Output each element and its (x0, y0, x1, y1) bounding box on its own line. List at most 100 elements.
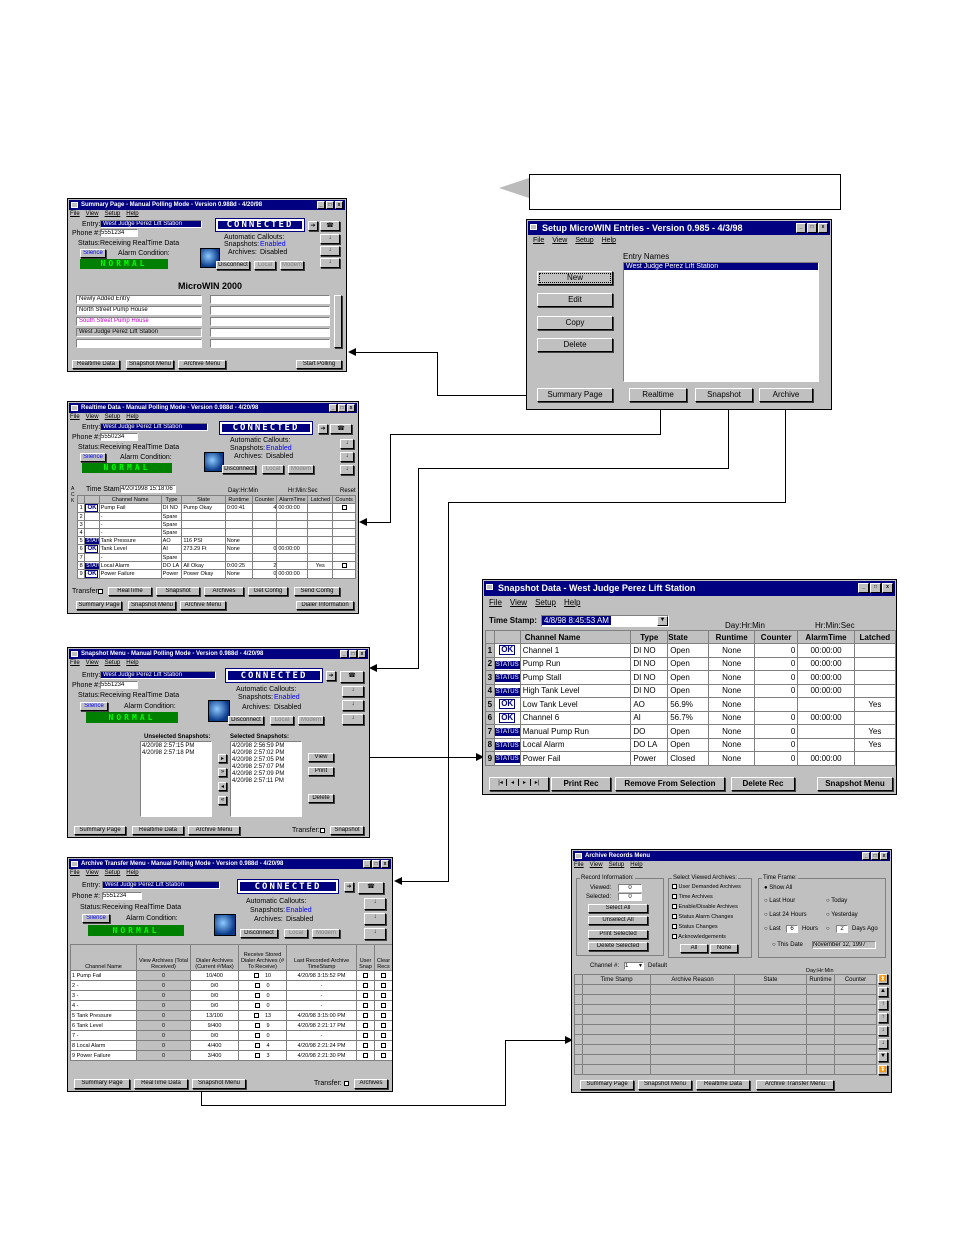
all-button[interactable]: All (680, 944, 708, 953)
menu-file[interactable]: File (533, 237, 544, 244)
minimize-icon[interactable]: _ (329, 404, 337, 412)
view-button[interactable]: View (308, 753, 334, 762)
last-hour-radio[interactable]: ○ Last Hour (764, 898, 795, 904)
list-item[interactable]: West Judge Perez Lift Station (624, 263, 818, 270)
view-archives-cell[interactable]: 0 (136, 990, 191, 1001)
move-left-icon[interactable]: ◂ (218, 782, 227, 791)
snapshots-value[interactable]: Enabled (274, 694, 300, 701)
list-item[interactable]: Newly Added Entry (76, 295, 202, 304)
transfer-checkbox[interactable] (344, 1080, 349, 1087)
menu-setup[interactable]: Setup (105, 660, 121, 666)
realtime-button[interactable]: Realtime (629, 388, 687, 402)
print-button[interactable]: Print (308, 767, 334, 776)
close-icon[interactable]: x (880, 852, 888, 860)
archive-menu-button[interactable]: Archive Menu (180, 601, 226, 610)
date-field[interactable]: November 12, 1997 (812, 941, 876, 949)
menu-file[interactable]: File (574, 862, 584, 868)
view-archives-value[interactable]: 0 (162, 983, 165, 989)
menu-setup[interactable]: Setup (609, 862, 625, 868)
view-archives-value[interactable]: 0 (162, 973, 165, 979)
menu-view[interactable]: View (86, 414, 99, 420)
menu-setup[interactable]: Setup (575, 237, 593, 244)
user-snap-cell[interactable] (356, 980, 375, 991)
user-snap-button[interactable] (363, 1022, 368, 1028)
table-row[interactable]: 6 Tank Level 0 9/400 9 4/20/98 2:21:17 PM (70, 1020, 392, 1031)
archives-toggle[interactable]: Archives (204, 587, 244, 596)
clear-recs-cell[interactable] (374, 980, 392, 991)
this-date-radio[interactable]: ○ This Date (772, 942, 803, 948)
delete-button[interactable]: Delete (308, 794, 334, 803)
timestamp-dropdown[interactable]: 4/8/98 8:45:53 AM ▼ (541, 615, 669, 627)
close-icon[interactable]: x (358, 650, 366, 658)
minimize-icon[interactable]: _ (317, 201, 325, 209)
table-row[interactable]: 1 OK Pump Fail DI NO Pump Okay 0:00:41 4 00:00:… (76, 503, 356, 513)
archive-menu-button[interactable]: Archive Menu (188, 826, 240, 835)
archive-type-checkbox[interactable]: Acknowledgements (672, 934, 726, 940)
status-badge[interactable]: STATUS (85, 562, 99, 569)
clear-recs-cell[interactable] (374, 1030, 392, 1041)
maximize-icon[interactable]: □ (349, 650, 357, 658)
receive-cell[interactable]: 0 (238, 1000, 287, 1011)
user-snap-button[interactable] (363, 1012, 368, 1018)
list-item[interactable]: West Judge Perez Lift Station (76, 328, 202, 337)
modem-button[interactable]: Modem (312, 929, 340, 938)
table-row[interactable] (574, 1054, 877, 1065)
delete-rec-button[interactable]: Delete Rec (731, 777, 795, 791)
receive-checkbox[interactable] (253, 1012, 259, 1018)
entry-dropdown[interactable]: West Judge Perez Lift Station (100, 671, 216, 679)
clear-recs-button[interactable] (381, 1032, 386, 1038)
minimize-icon[interactable]: _ (363, 860, 371, 868)
show-all-radio[interactable]: ● Show All (764, 885, 792, 891)
user-snap-cell[interactable] (356, 1040, 375, 1051)
status-badge[interactable]: OK (85, 504, 99, 512)
table-row[interactable]: 5 OK Low Tank Level AO 56.9% None Yes (485, 697, 896, 712)
silence-button[interactable]: Silence (82, 914, 110, 923)
maximize-icon[interactable]: □ (338, 404, 346, 412)
none-button[interactable]: None (710, 944, 738, 953)
prev-record-icon[interactable]: ◂ (507, 779, 519, 786)
close-icon[interactable]: x (381, 860, 389, 868)
status-cell[interactable]: OK (84, 569, 100, 579)
clear-recs-button[interactable] (381, 1022, 386, 1028)
print-selected-button[interactable]: Print Selected (588, 930, 648, 939)
arrow-right-icon[interactable]: ➔ (344, 882, 354, 892)
view-archives-cell[interactable]: 0 (136, 1020, 191, 1031)
table-row[interactable]: 9 STATUS Power Fail Power Closed None 0 00:00:0… (485, 751, 896, 766)
clear-recs-cell[interactable] (374, 1040, 392, 1051)
list-item[interactable]: 4/20/98 2:57:02 PM (232, 750, 300, 757)
status-cell[interactable] (84, 512, 100, 521)
maximize-icon[interactable]: □ (326, 201, 334, 209)
first-page-icon[interactable]: ⏫ (878, 974, 888, 984)
new-button[interactable]: New (537, 271, 613, 285)
reset-counts-cell[interactable] (332, 536, 356, 545)
status-cell[interactable]: OK (84, 544, 100, 554)
reset-button[interactable] (341, 562, 347, 568)
entry-dropdown[interactable]: West Judge Perez Lift Station (100, 220, 202, 228)
summary-page-button[interactable]: Summary Page (580, 1080, 634, 1090)
receive-checkbox[interactable] (255, 982, 261, 988)
phone-icon[interactable]: ☎ (358, 882, 384, 894)
snapshot-button[interactable]: Snapshot (330, 826, 364, 835)
arrow-right-icon[interactable]: ➔ (318, 424, 328, 434)
move-all-left-icon[interactable]: « (218, 796, 227, 805)
receive-checkbox[interactable] (255, 1052, 261, 1058)
clear-recs-button[interactable] (381, 1002, 386, 1008)
table-row[interactable] (574, 1014, 877, 1025)
maximize-icon[interactable]: □ (871, 852, 879, 860)
receive-checkbox[interactable] (255, 992, 261, 998)
table-row[interactable] (574, 1004, 877, 1015)
status-cell[interactable]: OK (493, 697, 521, 712)
status-cell[interactable]: OK (84, 503, 100, 513)
scroll-down-icon[interactable]: ↓ (340, 452, 354, 462)
user-snap-button[interactable] (363, 1052, 368, 1058)
realtime-data-button[interactable]: Realtime Data (132, 826, 184, 835)
table-row[interactable]: 3 - 0 0/0 0 - (70, 990, 392, 1001)
scroll-down-icon[interactable]: ↓ (364, 913, 386, 925)
snapshot-menu-button[interactable]: Snapshot Menu (126, 360, 174, 369)
snapshot-menu-button[interactable]: Snapshot Menu (128, 601, 176, 610)
transfer-checkbox[interactable] (98, 588, 103, 595)
silence-button[interactable]: Silence (80, 249, 106, 258)
table-row[interactable]: 6 OK Tank Level AI 273.29 Ft None 0 00:00:00 (76, 544, 356, 554)
scroll-down-icon[interactable]: ↓ (320, 246, 340, 256)
table-row[interactable]: 2 - 0 0/0 0 - (70, 980, 392, 991)
